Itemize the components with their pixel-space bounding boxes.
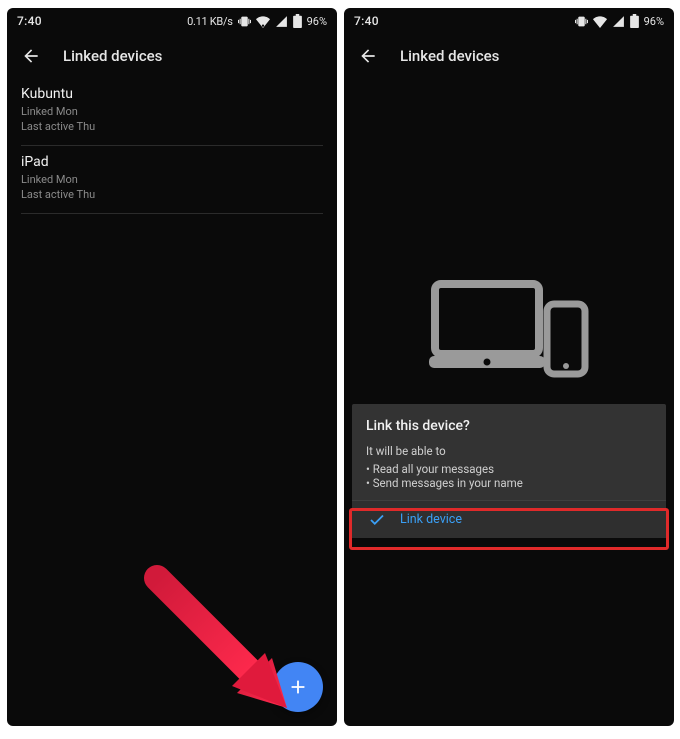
device-item[interactable]: iPad Linked Mon Last active Thu [21, 146, 323, 214]
status-bar: 7:40 96% [344, 8, 674, 34]
vibrate-icon [238, 15, 251, 28]
signal-icon [612, 15, 625, 28]
card-body: It will be able to • Read all your messa… [352, 444, 666, 500]
network-rate: 0.11 KB/s [187, 15, 232, 28]
device-linked-date: Linked Mon [21, 104, 323, 119]
device-linked-date: Linked Mon [21, 172, 323, 187]
link-device-button[interactable]: Link device [352, 500, 666, 538]
card-subtitle: It will be able to [366, 444, 652, 458]
back-arrow-icon[interactable] [358, 46, 378, 66]
vibrate-icon [575, 15, 588, 28]
battery-percentage: 96% [644, 15, 664, 28]
battery-percentage: 96% [307, 15, 327, 28]
signal-icon [275, 15, 288, 28]
device-name: Kubuntu [21, 86, 323, 102]
page-title: Linked devices [63, 47, 162, 65]
plus-icon [287, 676, 309, 698]
check-icon [368, 511, 386, 529]
device-last-active: Last active Thu [21, 187, 323, 202]
link-device-label: Link device [400, 512, 462, 527]
status-clock: 7:40 [354, 14, 379, 28]
battery-icon [293, 14, 302, 28]
device-last-active: Last active Thu [21, 119, 323, 134]
status-bar: 7:40 0.11 KB/s 96% [7, 8, 337, 34]
status-right: 96% [575, 14, 664, 28]
wifi-icon [256, 14, 270, 28]
device-list: Kubuntu Linked Mon Last active Thu iPad … [7, 78, 337, 214]
device-name: iPad [21, 154, 323, 170]
page-title: Linked devices [400, 47, 499, 65]
device-item[interactable]: Kubuntu Linked Mon Last active Thu [21, 78, 323, 146]
card-bullet: • Send messages in your name [366, 476, 652, 490]
phone-screenshot-right: 7:40 96% Linked devices Link this device… [344, 8, 674, 726]
app-bar: Linked devices [7, 34, 337, 78]
battery-icon [630, 14, 639, 28]
phone-screenshot-left: 7:40 0.11 KB/s 96% Linked devices Kubunt… [7, 8, 337, 726]
app-bar: Linked devices [344, 34, 674, 78]
card-bullet: • Read all your messages [366, 462, 652, 476]
devices-illustration [344, 278, 674, 388]
status-right: 0.11 KB/s 96% [187, 14, 327, 28]
add-device-fab[interactable] [273, 662, 323, 712]
back-arrow-icon[interactable] [21, 46, 41, 66]
wifi-icon [593, 14, 607, 28]
card-title: Link this device? [352, 404, 666, 444]
status-clock: 7:40 [17, 14, 42, 28]
link-device-card: Link this device? It will be able to • R… [352, 404, 666, 538]
